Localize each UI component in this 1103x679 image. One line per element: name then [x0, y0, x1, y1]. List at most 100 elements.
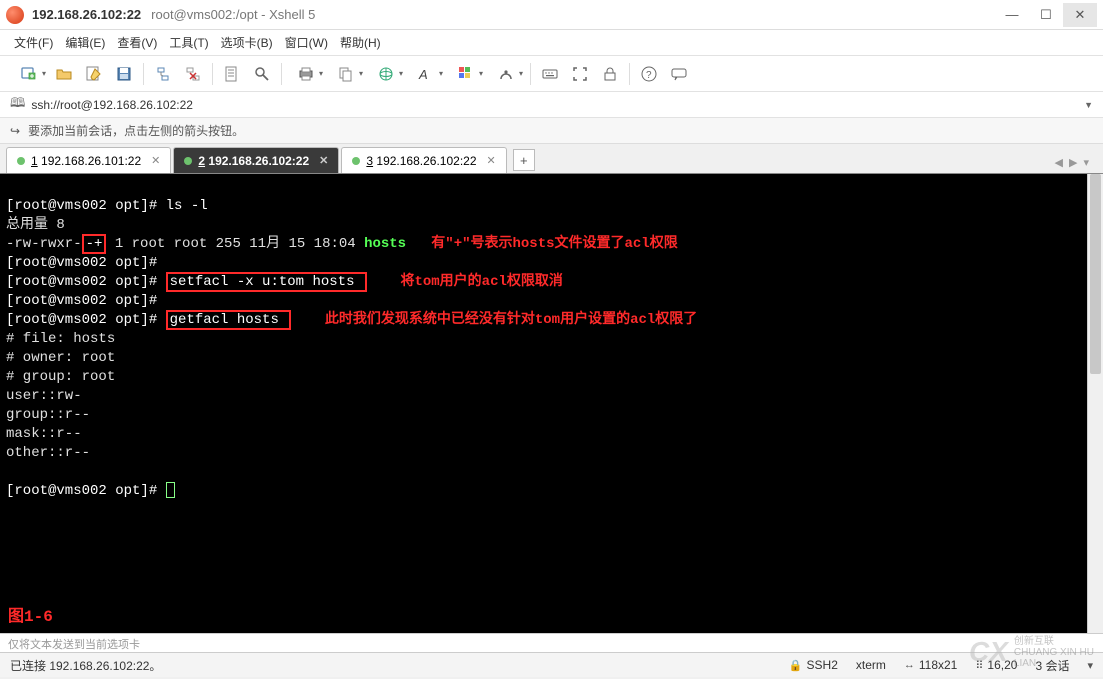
terminal-scrollbar[interactable] [1087, 174, 1103, 633]
tab-index: 3 [366, 154, 373, 168]
menu-help[interactable]: 帮助(H) [340, 34, 381, 51]
annotation: 有"+"号表示hosts文件设置了acl权限 [406, 236, 678, 252]
svg-text:?: ? [646, 70, 652, 81]
output-line: mask::r-- [6, 426, 82, 442]
save-button[interactable] [110, 61, 138, 87]
menu-edit[interactable]: 编辑(E) [65, 34, 105, 51]
address-bar: 🕮 ssh://root@192.168.26.102:22 ▼ [0, 92, 1103, 118]
multi-input-bar[interactable]: 仅将文本发送到当前选项卡 [0, 633, 1103, 653]
pos-icon: ⠿ [975, 659, 983, 672]
terminal[interactable]: [root@vms002 opt]# ls -l 总用量 8 -rw-rwxr-… [0, 174, 1087, 633]
annotation: 将tom用户的acl权限取消 [367, 274, 563, 290]
status-size: 118x21 [919, 658, 957, 672]
output-line: group::r-- [6, 407, 90, 423]
find-button[interactable] [248, 61, 276, 87]
prompt: [root@vms002 opt]# [6, 312, 166, 328]
prompt: [root@vms002 opt]# [6, 293, 157, 309]
output-line: # group: root [6, 369, 115, 385]
copy-button[interactable]: ▾ [327, 61, 365, 87]
prompt: [root@vms002 opt]# [6, 483, 166, 499]
maximize-button[interactable]: ☐ [1029, 3, 1063, 27]
tab-label: 192.168.26.102:22 [376, 154, 476, 168]
tab-bar: 1 192.168.26.101:22 ✕ 2 192.168.26.102:2… [0, 144, 1103, 174]
highlight-plus: -+ [82, 234, 107, 254]
prompt: [root@vms002 opt]# [6, 255, 157, 271]
tab-next-icon[interactable]: ▶ [1069, 156, 1077, 169]
print-button[interactable]: ▾ [287, 61, 325, 87]
title-host: 192.168.26.102:22 [32, 7, 141, 22]
keyboard-button[interactable] [536, 61, 564, 87]
output-meta: 1 root root 255 11月 15 18:04 [106, 236, 364, 252]
menu-window[interactable]: 窗口(W) [285, 34, 328, 51]
highlighted-command: setfacl -x u:tom hosts [166, 272, 367, 292]
help-icon-button[interactable]: ? [635, 61, 663, 87]
highlighted-command: getfacl hosts [166, 310, 292, 330]
tab-3[interactable]: 3 192.168.26.102:22 ✕ [341, 147, 506, 173]
input-placeholder: 仅将文本发送到当前选项卡 [8, 639, 140, 651]
prompt: [root@vms002 opt]# [6, 274, 166, 290]
size-icon: ↔ [904, 659, 915, 671]
hint-arrow-icon[interactable]: ↪ [10, 124, 20, 138]
menu-tabs[interactable]: 选项卡(B) [221, 34, 273, 51]
tab-label: 192.168.26.101:22 [41, 154, 141, 168]
hint-text: 要添加当前会话，点击左侧的箭头按钮。 [28, 122, 244, 139]
lock-button[interactable] [596, 61, 624, 87]
tab-close-icon[interactable]: ✕ [319, 154, 328, 167]
output-perm: -rw-rwxr- [6, 236, 82, 252]
font-button[interactable]: A▾ [407, 61, 445, 87]
menu-tools[interactable]: 工具(T) [169, 34, 208, 51]
feedback-button[interactable] [665, 61, 693, 87]
reconnect-button[interactable] [149, 61, 177, 87]
menu-extra-icon[interactable]: ▾ [1087, 659, 1093, 672]
tab-status-icon [17, 157, 25, 165]
output-line: # file: hosts [6, 331, 115, 347]
scrollbar-thumb[interactable] [1090, 174, 1101, 374]
tab-prev-icon[interactable]: ◀ [1055, 156, 1063, 169]
close-button[interactable]: ✕ [1063, 3, 1097, 27]
figure-label: 图1-6 [8, 608, 53, 627]
compose-button[interactable] [80, 61, 108, 87]
filename: hosts [364, 236, 406, 252]
tab-close-icon[interactable]: ✕ [487, 154, 496, 167]
new-tab-button[interactable]: + [513, 149, 535, 171]
status-sessions: 3 会话 [1035, 657, 1069, 674]
output-line: user::rw- [6, 388, 82, 404]
menu-file[interactable]: 文件(F) [14, 34, 53, 51]
tab-close-icon[interactable]: ✕ [151, 154, 160, 167]
output-line: 总用量 8 [6, 217, 65, 233]
tab-2[interactable]: 2 192.168.26.102:22 ✕ [173, 147, 339, 173]
tab-status-icon [352, 157, 360, 165]
status-proto: SSH2 [807, 658, 838, 672]
menu-view[interactable]: 查看(V) [117, 34, 157, 51]
fullscreen-button[interactable] [566, 61, 594, 87]
tab-status-icon [184, 157, 192, 165]
tab-index: 1 [31, 154, 38, 168]
window-controls: — ☐ ✕ [995, 3, 1097, 27]
output-line: # owner: root [6, 350, 115, 366]
address-dropdown-icon[interactable]: ▼ [1084, 100, 1093, 110]
hint-bar: ↪ 要添加当前会话，点击左侧的箭头按钮。 [0, 118, 1103, 144]
output-line: other::r-- [6, 445, 90, 461]
tab-nav: ◀ ▶ ▾ [1055, 156, 1097, 173]
cursor-icon [166, 482, 175, 498]
new-session-button[interactable]: ▾ [10, 61, 48, 87]
color-button[interactable]: ▾ [447, 61, 485, 87]
prompt: [root@vms002 opt]# [6, 198, 157, 214]
address-url[interactable]: ssh://root@192.168.26.102:22 [31, 98, 1078, 112]
bookmark-icon[interactable]: 🕮 [10, 94, 25, 116]
status-connection: 已连接 192.168.26.102:22。 [10, 657, 771, 674]
tab-index: 2 [198, 154, 205, 168]
tab-list-icon[interactable]: ▾ [1083, 156, 1089, 169]
title-bar: 192.168.26.102:22 root@vms002:/opt - Xsh… [0, 0, 1103, 30]
tab-1[interactable]: 1 192.168.26.101:22 ✕ [6, 147, 171, 173]
tab-label: 192.168.26.102:22 [208, 154, 309, 168]
disconnect-button[interactable] [179, 61, 207, 87]
properties-button[interactable] [218, 61, 246, 87]
encoding-button[interactable]: ▾ [487, 61, 525, 87]
command: ls -l [157, 198, 207, 214]
open-button[interactable] [50, 61, 78, 87]
status-pos: 16,20 [987, 658, 1017, 672]
minimize-button[interactable]: — [995, 3, 1029, 27]
app-icon [6, 6, 24, 24]
globe-button[interactable]: ▾ [367, 61, 405, 87]
